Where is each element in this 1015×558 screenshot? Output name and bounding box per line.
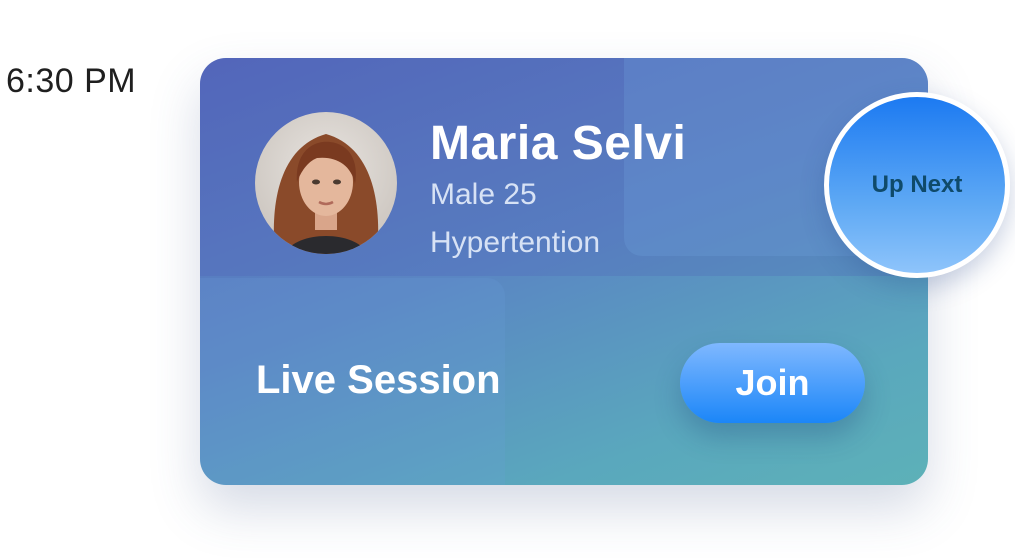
patient-name: Maria Selvi <box>430 117 687 170</box>
patient-condition: Hypertention <box>430 226 601 259</box>
session-card[interactable]: Maria Selvi Male 25 Hypertention Live Se… <box>200 58 928 485</box>
join-button[interactable]: Join <box>680 343 865 423</box>
live-session-label: Live Session <box>256 358 501 402</box>
patient-gender-age: Male 25 <box>430 178 537 211</box>
up-next-label: Up Next <box>871 171 963 198</box>
session-time: 6:30 PM <box>6 62 137 100</box>
up-next-badge: Up Next <box>824 92 1010 278</box>
patient-avatar <box>255 112 397 254</box>
